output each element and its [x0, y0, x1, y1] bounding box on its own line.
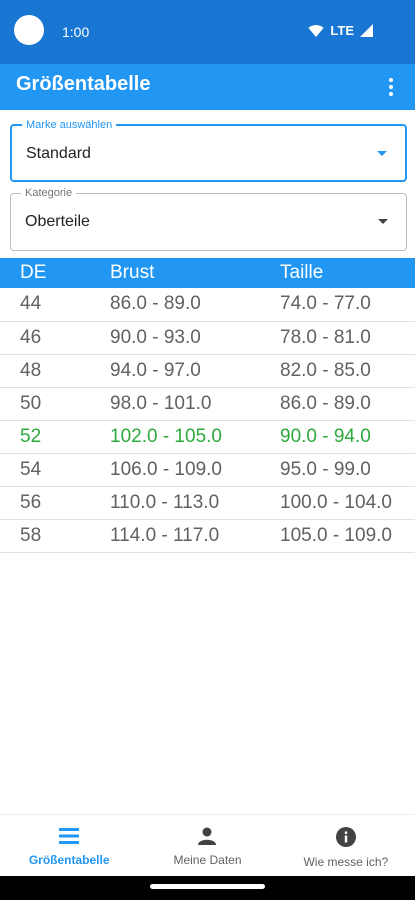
table-row: 46 90.0 - 93.0 78.0 - 81.0 — [0, 321, 415, 355]
table-row: 56 110.0 - 113.0 100.0 - 104.0 — [0, 486, 415, 520]
brand-select[interactable]: Marke auswählen Standard — [10, 118, 407, 182]
cell-brust: 106.0 - 109.0 — [110, 453, 280, 487]
nav-item-how-to-measure[interactable]: Wie messe ich? — [277, 815, 415, 876]
table-row: 48 94.0 - 97.0 82.0 - 85.0 — [0, 354, 415, 388]
nav-label-size-table: Größentabelle — [28, 853, 110, 867]
nav-label-how-to-measure: Wie messe ich? — [303, 855, 389, 869]
cell-de: 44 — [0, 288, 110, 322]
status-bar: 1:00 LTE — [0, 0, 415, 64]
status-time: 1:00 — [62, 24, 90, 40]
nav-item-my-data[interactable]: Meine Daten — [138, 815, 276, 876]
cell-taille: 86.0 - 89.0 — [280, 387, 415, 421]
nav-item-size-table[interactable]: Größentabelle — [0, 815, 138, 876]
cell-brust: 98.0 - 101.0 — [110, 387, 280, 421]
category-select[interactable]: Kategorie Oberteile — [10, 186, 407, 251]
brand-select-label: Marke auswählen — [22, 118, 117, 132]
table-row: 50 98.0 - 101.0 86.0 - 89.0 — [0, 387, 415, 421]
cell-de: 46 — [0, 321, 110, 355]
bottom-navigation: Größentabelle Meine Daten Wie messe ich? — [0, 814, 415, 876]
category-select-label: Kategorie — [21, 186, 77, 200]
cell-de: 48 — [0, 354, 110, 388]
cell-taille: 105.0 - 109.0 — [280, 519, 415, 553]
nav-label-my-data: Meine Daten — [173, 853, 242, 867]
cell-taille: 78.0 - 81.0 — [280, 321, 415, 355]
cell-taille: 95.0 - 99.0 — [280, 453, 415, 487]
cell-taille: 74.0 - 77.0 — [280, 288, 415, 322]
dropdown-arrow-icon — [377, 151, 387, 156]
dropdown-arrow-icon — [378, 219, 388, 224]
page-title: Größentabelle — [16, 73, 151, 95]
person-icon — [198, 827, 217, 845]
table-row: 58 114.0 - 117.0 105.0 - 109.0 — [0, 519, 415, 553]
system-navigation-bar — [0, 876, 415, 900]
home-gesture-handle[interactable] — [150, 884, 265, 889]
cell-de: 54 — [0, 453, 110, 487]
cell-brust: 94.0 - 97.0 — [110, 354, 280, 388]
column-header-de: DE — [20, 262, 47, 283]
table-row-highlighted: 52 102.0 - 105.0 90.0 - 94.0 — [0, 420, 415, 454]
cell-brust: 86.0 - 89.0 — [110, 288, 280, 322]
cell-brust: 102.0 - 105.0 — [110, 420, 280, 454]
table-row: 54 106.0 - 109.0 95.0 - 99.0 — [0, 453, 415, 487]
column-header-taille: Taille — [280, 262, 324, 283]
status-icons: LTE — [308, 23, 373, 38]
network-type: LTE — [330, 23, 354, 38]
cell-taille: 100.0 - 104.0 — [280, 486, 415, 520]
table-row: 44 86.0 - 89.0 74.0 - 77.0 — [0, 288, 415, 322]
app-bar: Größentabelle — [0, 64, 415, 110]
info-icon — [335, 827, 356, 847]
cell-de: 50 — [0, 387, 110, 421]
column-header-brust: Brust — [110, 262, 155, 283]
size-table: DE Brust Taille 44 86.0 - 89.0 74.0 - 77… — [0, 258, 415, 553]
cell-de: 52 — [0, 420, 110, 454]
cell-taille: 82.0 - 85.0 — [280, 354, 415, 388]
more-vert-icon[interactable] — [377, 70, 405, 104]
cell-de: 56 — [0, 486, 110, 520]
cell-taille: 90.0 - 94.0 — [280, 420, 415, 454]
status-indicator-icon — [14, 15, 44, 45]
signal-icon — [360, 24, 373, 37]
cell-brust: 114.0 - 117.0 — [110, 519, 280, 553]
cell-brust: 90.0 - 93.0 — [110, 321, 280, 355]
cell-brust: 110.0 - 113.0 — [110, 486, 280, 520]
category-select-value: Oberteile — [25, 213, 90, 230]
brand-select-value: Standard — [26, 145, 91, 162]
cell-de: 58 — [0, 519, 110, 553]
wifi-icon — [308, 24, 324, 37]
table-header-row: DE Brust Taille — [0, 258, 415, 288]
list-icon — [59, 828, 80, 844]
